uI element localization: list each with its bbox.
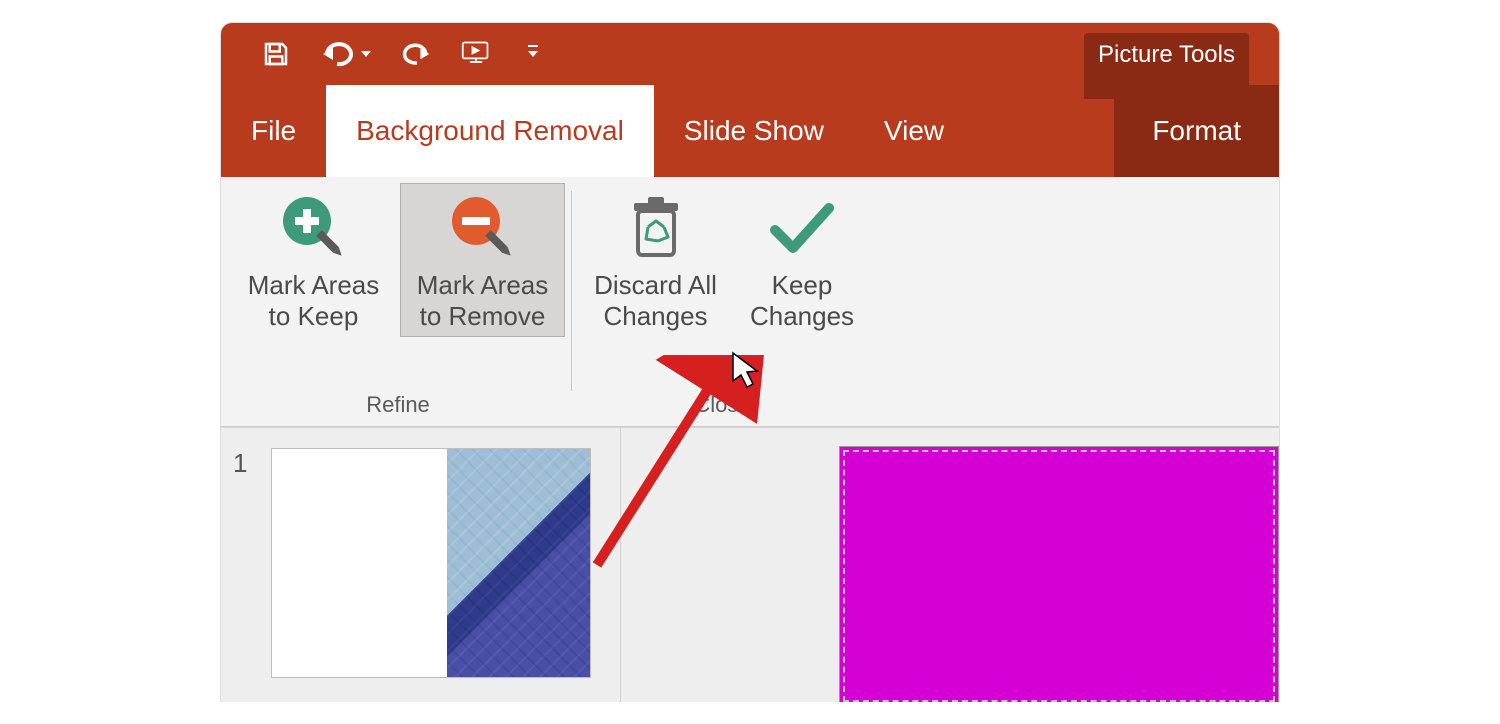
group-label-refine: Refine: [366, 392, 430, 418]
start-from-beginning-icon[interactable]: [461, 39, 491, 69]
title-bar: Picture Tools: [221, 23, 1279, 85]
redo-icon[interactable]: [401, 39, 431, 69]
plus-pencil-icon: [234, 190, 393, 266]
slide-number: 1: [233, 448, 261, 682]
undo-dropdown-caret-icon[interactable]: [361, 51, 371, 57]
minus-pencil-icon: [403, 190, 562, 266]
ribbon-group-refine: Mark Areas to Keep Mark Areas: [225, 183, 571, 426]
slide-thumbnail[interactable]: [271, 448, 591, 678]
tab-slide-show[interactable]: Slide Show: [654, 85, 854, 177]
discard-label: Discard All Changes: [581, 270, 730, 332]
keep-changes-button[interactable]: Keep Changes: [737, 183, 867, 337]
contextual-tab-title: Picture Tools: [1084, 33, 1249, 99]
ribbon-toolbar: Mark Areas to Keep Mark Areas: [221, 177, 1279, 427]
mark-remove-label: Mark Areas to Remove: [403, 270, 562, 332]
trash-recycle-icon: [581, 190, 730, 266]
content-area: 1: [221, 427, 1279, 702]
mark-areas-to-remove-button[interactable]: Mark Areas to Remove: [400, 183, 565, 337]
tab-view[interactable]: View: [854, 85, 974, 177]
tab-background-removal[interactable]: Background Removal: [326, 85, 654, 177]
save-icon[interactable]: [261, 39, 291, 69]
selected-image-magenta-mask[interactable]: [839, 446, 1279, 702]
mark-areas-to-keep-button[interactable]: Mark Areas to Keep: [231, 183, 396, 337]
quick-access-toolbar: [261, 39, 539, 69]
group-label-close: Close: [694, 392, 750, 418]
thumbnail-image-part: [447, 449, 590, 677]
checkmark-icon: [740, 190, 864, 266]
slides-panel: 1: [221, 428, 621, 702]
tab-file[interactable]: File: [221, 85, 326, 177]
thumbnail-blank-area: [272, 449, 447, 677]
app-window: Picture Tools File Background Removal Sl…: [220, 22, 1280, 702]
slide-editor[interactable]: [621, 428, 1279, 702]
undo-button[interactable]: [321, 40, 371, 68]
mark-keep-label: Mark Areas to Keep: [234, 270, 393, 332]
keep-label: Keep Changes: [740, 270, 864, 332]
customize-qat-icon[interactable]: [521, 39, 539, 69]
ribbon-group-close: Discard All Changes Keep Changes Close: [572, 183, 873, 426]
discard-all-changes-button[interactable]: Discard All Changes: [578, 183, 733, 337]
